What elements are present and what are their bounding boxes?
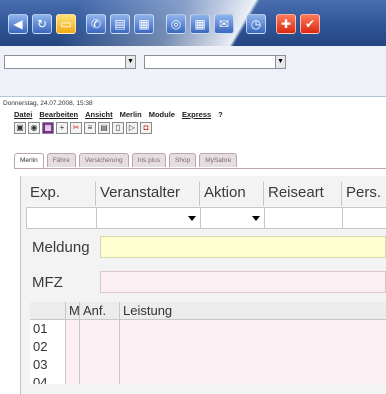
table-icon[interactable]: ▦	[190, 14, 210, 34]
row-leistung-cell[interactable]	[120, 320, 386, 338]
window-title: Donnerstag, 24.07.2008, 15:38	[3, 100, 93, 107]
app-icon[interactable]: ▦	[42, 122, 54, 134]
table-row[interactable]: 04	[30, 374, 386, 384]
refresh-icon[interactable]: ↻	[32, 14, 52, 34]
meldung-label: Meldung	[32, 239, 90, 256]
exp-field[interactable]	[26, 207, 96, 229]
row-anf-cell[interactable]	[80, 374, 120, 384]
tab-mysabre[interactable]: MySabre	[199, 153, 238, 167]
table-row[interactable]: 01	[30, 320, 386, 338]
tab-iris-plus[interactable]: Iris plus	[131, 153, 167, 167]
meldung-field[interactable]	[100, 236, 386, 258]
row-m-cell[interactable]	[66, 356, 80, 374]
clock-icon[interactable]: ◷	[246, 14, 266, 34]
disk-icon[interactable]: ▤	[98, 122, 110, 134]
row-number: 01	[30, 320, 66, 338]
camera-icon[interactable]: ◘	[140, 122, 152, 134]
row-leistung-cell[interactable]	[120, 374, 386, 384]
grid-col-anf: Anf.	[80, 302, 120, 320]
app-toolbar: ◀ ↻ ▭ ✆ ▤ ▦ ◎ ▦ ✉ ◷ ✚ ✔	[0, 0, 386, 46]
folder-icon[interactable]: ▭	[56, 14, 76, 34]
chevron-down-icon[interactable]: ▼	[125, 55, 136, 69]
save-icon[interactable]: ◉	[28, 122, 40, 134]
combo-box-1[interactable]: ▼	[4, 55, 136, 69]
menu-module[interactable]: Module	[149, 110, 175, 121]
row-number: 02	[30, 338, 66, 356]
chevron-down-icon[interactable]: ▼	[275, 55, 286, 69]
grid-col-m: M	[66, 302, 80, 320]
globe-icon[interactable]: ◎	[166, 14, 186, 34]
document-icon[interactable]: ▤	[110, 14, 130, 34]
menu-bearbeiten[interactable]: Bearbeiten	[39, 110, 78, 121]
chevron-down-icon[interactable]	[188, 216, 196, 221]
form-inputs	[26, 207, 386, 229]
table-row[interactable]: 03	[30, 356, 386, 374]
print-icon[interactable]: ▣	[14, 122, 26, 134]
grid-col-nr	[30, 302, 66, 320]
col-exp: Exp.	[26, 182, 96, 206]
veranstalter-select[interactable]	[96, 207, 200, 229]
row-anf-cell[interactable]	[80, 320, 120, 338]
window-toolbar: ▣ ◉ ▦ + ✂ ≡ ▤ ▯ ▷ ◘	[14, 122, 152, 137]
row-m-cell[interactable]	[66, 320, 80, 338]
row-anf-cell[interactable]	[80, 356, 120, 374]
mfz-label: MFZ	[32, 274, 63, 291]
plus-icon[interactable]: +	[56, 122, 68, 134]
table-row[interactable]: 02	[30, 338, 386, 356]
combo-box-2[interactable]: ▼	[144, 55, 286, 69]
tab-merlin[interactable]: Merlin	[14, 153, 44, 169]
row-number: 04	[30, 374, 66, 384]
grid-header: M Anf. Leistung	[30, 302, 386, 320]
nav-icon[interactable]: ◀	[8, 14, 28, 34]
tab-divider	[14, 168, 386, 169]
tab-shop[interactable]: Shop	[169, 153, 197, 167]
row-leistung-cell[interactable]	[120, 356, 386, 374]
cut-icon[interactable]: ✂	[70, 122, 82, 134]
service-grid: M Anf. Leistung 01 02 03 04	[30, 302, 386, 384]
menu-merlin[interactable]: Merlin	[120, 110, 142, 121]
col-pers: Pers.	[346, 184, 382, 201]
col-reiseart: Reiseart	[264, 182, 342, 206]
form-header: Exp. Veranstalter Aktion Reiseart Pers.	[26, 182, 386, 206]
reiseart-field[interactable]	[264, 207, 342, 229]
pers-field[interactable]	[342, 207, 386, 229]
check-icon[interactable]: ✔	[300, 14, 320, 34]
tab-strip: Merlin Fähre Versicherung Iris plus Shop…	[14, 153, 238, 169]
col-aktion: Aktion	[200, 182, 264, 206]
menu-datei[interactable]: Datei	[14, 110, 32, 121]
page-icon[interactable]: ▯	[112, 122, 124, 134]
col-veranstalter: Veranstalter	[96, 182, 200, 206]
play-icon[interactable]: ▷	[126, 122, 138, 134]
aktion-select[interactable]	[200, 207, 264, 229]
tab-faehre[interactable]: Fähre	[46, 153, 76, 167]
tab-versicherung[interactable]: Versicherung	[78, 153, 129, 167]
calendar-icon[interactable]: ▦	[134, 14, 154, 34]
row-anf-cell[interactable]	[80, 338, 120, 356]
row-number: 03	[30, 356, 66, 374]
menu-help[interactable]: ?	[218, 110, 223, 121]
help-icon[interactable]: ✚	[276, 14, 296, 34]
chevron-down-icon[interactable]	[252, 216, 260, 221]
menu-ansicht[interactable]: Ansicht	[85, 110, 113, 121]
mfz-field[interactable]	[100, 271, 386, 293]
phone-icon[interactable]: ✆	[86, 14, 106, 34]
menu-bar: Datei Bearbeiten Ansicht Merlin Module E…	[14, 110, 223, 121]
grid-col-leistung: Leistung	[123, 303, 173, 318]
menu-express[interactable]: Express	[182, 110, 211, 121]
mail-icon[interactable]: ✉	[214, 14, 234, 34]
filter-icon[interactable]: ≡	[84, 122, 96, 134]
row-m-cell[interactable]	[66, 338, 80, 356]
row-leistung-cell[interactable]	[120, 338, 386, 356]
combo-row: ▼ ▼	[0, 50, 386, 76]
row-m-cell[interactable]	[66, 374, 80, 384]
